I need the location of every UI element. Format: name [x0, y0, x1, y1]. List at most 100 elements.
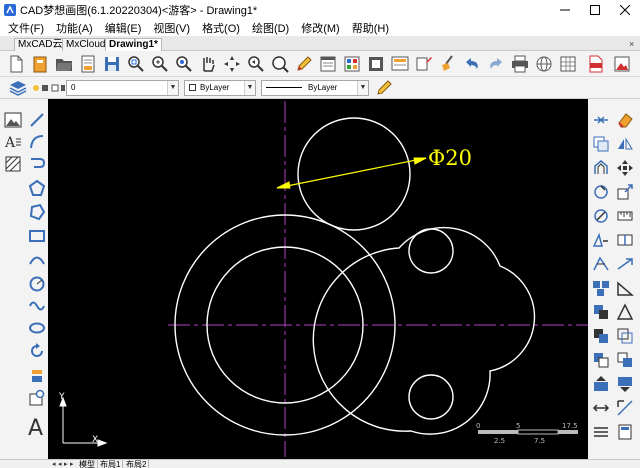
layer-down-icon[interactable]: [616, 375, 634, 393]
chevron-down-icon[interactable]: ▼: [244, 81, 255, 95]
new-file-icon[interactable]: [6, 54, 26, 74]
explode-icon[interactable]: [592, 255, 610, 273]
pencil-icon[interactable]: [374, 78, 394, 98]
copy-icon[interactable]: [592, 135, 610, 153]
distance-icon[interactable]: [592, 399, 610, 417]
menu-draw[interactable]: 绘图(D): [252, 20, 289, 36]
array-icon[interactable]: [592, 279, 610, 297]
save-icon[interactable]: [102, 54, 122, 74]
rectangle-icon[interactable]: [28, 227, 46, 245]
measure-icon[interactable]: [616, 207, 634, 225]
menu-view[interactable]: 视图(V): [153, 20, 190, 36]
menu-function[interactable]: 功能(A): [56, 20, 93, 36]
properties-icon[interactable]: [318, 54, 338, 74]
menu-format[interactable]: 格式(O): [202, 20, 240, 36]
grid-icon[interactable]: [558, 54, 578, 74]
eraser-icon[interactable]: [616, 111, 634, 129]
rotate-icon[interactable]: [592, 183, 610, 201]
chevron-down-icon[interactable]: ▼: [167, 81, 178, 95]
dimension-text[interactable]: Φ20: [428, 146, 472, 170]
slot-outline[interactable]: [312, 226, 536, 435]
arc-icon[interactable]: [28, 133, 46, 151]
calculator-icon[interactable]: [616, 423, 634, 441]
spline-icon[interactable]: [28, 155, 46, 173]
send-back-icon[interactable]: [616, 351, 634, 369]
match-properties-icon[interactable]: [414, 54, 434, 74]
pentagon-icon[interactable]: [28, 203, 46, 221]
maximize-button[interactable]: [580, 0, 610, 20]
linetype-select[interactable]: ByLayer ▼: [261, 80, 369, 96]
drawing-geometry[interactable]: [174, 117, 536, 436]
chevron-down-icon[interactable]: ▼: [357, 81, 368, 95]
dimensioned-circle[interactable]: [297, 117, 411, 231]
circle-icon[interactable]: [28, 275, 46, 293]
text-style-icon[interactable]: A: [4, 133, 22, 151]
close-button[interactable]: [610, 0, 640, 20]
chamfer-icon[interactable]: [616, 231, 634, 249]
drawing-canvas[interactable]: Φ20 Y X 0 5 2.5 7.5 17.5: [48, 99, 588, 459]
redo-icon[interactable]: [486, 54, 506, 74]
nav-first-icon[interactable]: ◂: [52, 460, 56, 468]
draworder-icon[interactable]: [592, 303, 610, 321]
pan-hand-icon[interactable]: [198, 54, 218, 74]
zoom-previous-icon[interactable]: [246, 54, 266, 74]
image-icon[interactable]: [4, 111, 22, 129]
align-icon[interactable]: [616, 303, 634, 321]
bring-front-icon[interactable]: [592, 351, 610, 369]
zoom-window-icon[interactable]: [126, 54, 146, 74]
text-icon[interactable]: A: [27, 415, 47, 439]
hatch-icon[interactable]: [4, 155, 22, 173]
ungroup-icon[interactable]: [616, 327, 634, 345]
fillet-icon[interactable]: [616, 279, 634, 297]
tab-layout2[interactable]: 布局2: [124, 460, 150, 468]
upper-hole-circle[interactable]: [408, 228, 454, 274]
print-preview-icon[interactable]: [78, 54, 98, 74]
layer-manager-icon[interactable]: [342, 54, 362, 74]
menu-edit[interactable]: 编辑(E): [105, 20, 142, 36]
list-icon[interactable]: [592, 423, 610, 441]
area-icon[interactable]: [616, 399, 634, 417]
ellipse-icon[interactable]: [28, 319, 46, 337]
insert-icon[interactable]: [28, 389, 46, 407]
pencil-icon[interactable]: [294, 54, 314, 74]
scale-icon[interactable]: [616, 183, 634, 201]
arc-3point-icon[interactable]: [28, 251, 46, 269]
trim-icon[interactable]: [592, 111, 610, 129]
dimension[interactable]: Φ20: [276, 146, 472, 189]
layer-state-icon[interactable]: [32, 83, 66, 93]
design-center-icon[interactable]: [390, 54, 410, 74]
menu-help[interactable]: 帮助(H): [352, 20, 389, 36]
zoom-extents-icon[interactable]: [174, 54, 194, 74]
zoom-realtime-icon[interactable]: [150, 54, 170, 74]
move-icon[interactable]: [616, 159, 634, 177]
nav-last-icon[interactable]: ▸: [70, 460, 74, 468]
menu-modify[interactable]: 修改(M): [301, 20, 340, 36]
layers-icon[interactable]: [8, 78, 28, 98]
tab-model[interactable]: 模型: [77, 460, 98, 468]
undo-icon[interactable]: [462, 54, 482, 74]
pdf-icon[interactable]: [586, 54, 606, 74]
stretch-icon[interactable]: [592, 207, 610, 225]
tab-layout1[interactable]: 布局1: [98, 460, 124, 468]
layer-select[interactable]: 0 ▼: [66, 80, 179, 96]
lower-hole-circle[interactable]: [408, 374, 454, 420]
open-file-icon[interactable]: [30, 54, 50, 74]
globe-icon[interactable]: [534, 54, 554, 74]
nav-prev-icon[interactable]: ◂: [58, 460, 62, 468]
block-icon[interactable]: [366, 54, 386, 74]
layer-up-icon[interactable]: [592, 375, 610, 393]
menu-file[interactable]: 文件(F): [8, 20, 44, 36]
zoom-object-icon[interactable]: [270, 54, 290, 74]
line-icon[interactable]: [28, 111, 46, 129]
group-icon[interactable]: [592, 327, 610, 345]
navigate-icon[interactable]: [222, 54, 242, 74]
join-icon[interactable]: [616, 255, 634, 273]
nav-next-icon[interactable]: ▸: [64, 460, 68, 468]
break-icon[interactable]: [592, 231, 610, 249]
rotate-icon[interactable]: [28, 342, 46, 360]
tab-drawing1[interactable]: Drawing1*: [105, 38, 162, 51]
printer-icon[interactable]: [510, 54, 530, 74]
minimize-button[interactable]: [550, 0, 580, 20]
wave-icon[interactable]: [28, 297, 46, 315]
mirror-icon[interactable]: [616, 135, 634, 153]
